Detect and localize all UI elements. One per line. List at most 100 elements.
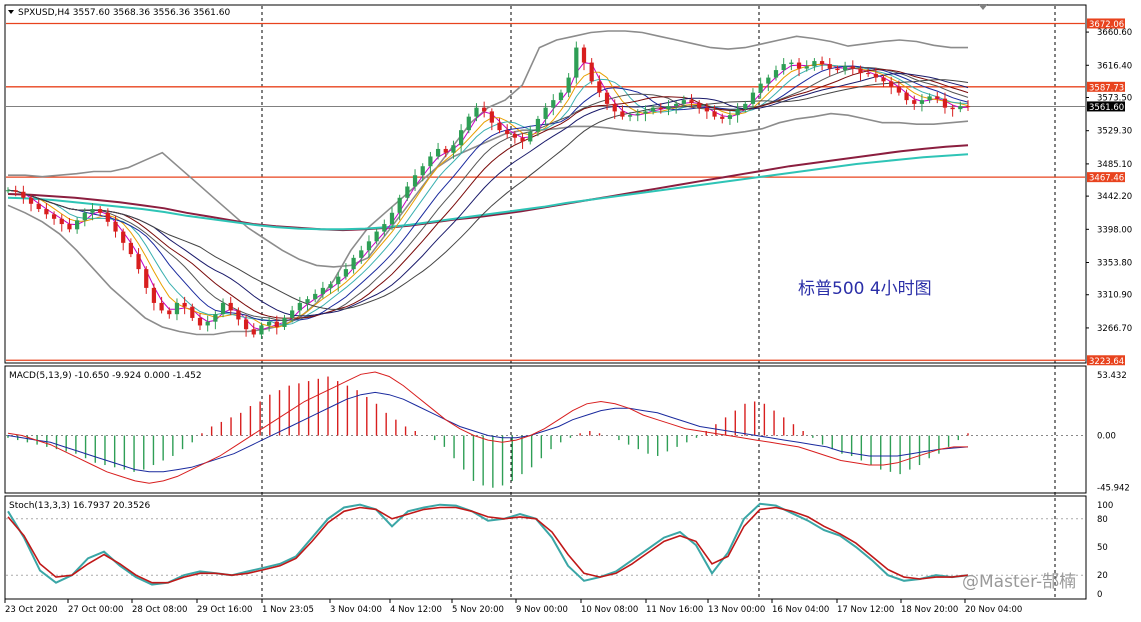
- candle-body: [651, 107, 656, 112]
- candle-body: [627, 115, 633, 117]
- candle-body: [750, 92, 756, 104]
- candle-body: [474, 107, 479, 117]
- candle-body: [428, 156, 433, 167]
- candle-body: [243, 319, 249, 330]
- candle-body: [113, 221, 118, 232]
- candle-body: [67, 224, 72, 230]
- candle-body: [75, 220, 80, 230]
- candle-body: [635, 113, 640, 116]
- candle-body: [13, 190, 18, 192]
- candle-body: [819, 61, 825, 65]
- candle-body: [866, 73, 871, 75]
- candle-body: [958, 106, 963, 110]
- candle-body: [919, 100, 925, 104]
- candle-body: [873, 73, 878, 78]
- price-panel[interactable]: [4, 4, 1087, 364]
- candle-body: [290, 310, 295, 318]
- candle-body: [451, 145, 456, 153]
- stoch-title: Stoch(13,3,3) 16.7937 20.3526: [9, 501, 150, 511]
- time-tick-label: 18 Nov 20:00: [901, 605, 958, 615]
- candle-body: [528, 131, 533, 142]
- candle-body: [743, 103, 748, 110]
- candle-body: [766, 77, 771, 84]
- candle-body: [5, 190, 11, 192]
- candle-body: [881, 77, 886, 82]
- time-tick-label: 3 Nov 04:00: [330, 605, 382, 615]
- candle-body: [466, 116, 471, 131]
- candle-body: [51, 214, 57, 219]
- candle-body: [681, 100, 686, 104]
- stoch-tick-label: 0: [1097, 590, 1102, 600]
- candle-body: [205, 321, 210, 326]
- candle-body: [128, 242, 133, 255]
- candle-body: [950, 107, 955, 110]
- stoch-tick-label: 80: [1097, 515, 1108, 525]
- candle-body: [121, 231, 126, 243]
- candle-body: [643, 111, 648, 114]
- candle-body: [59, 218, 64, 225]
- candle-body: [781, 64, 786, 71]
- candle-body: [313, 293, 318, 300]
- candle-body: [459, 130, 464, 146]
- candle-body: [535, 118, 541, 132]
- candle-body: [858, 68, 863, 74]
- candle-body: [36, 203, 41, 210]
- time-tick-label: 17 Nov 12:00: [837, 605, 894, 615]
- candle-body: [965, 106, 971, 108]
- candle-body: [773, 70, 779, 78]
- candle-body: [328, 284, 333, 288]
- candle-body: [213, 314, 218, 322]
- candle-body: [566, 77, 571, 93]
- time-tick-label: 9 Nov 00:00: [516, 605, 568, 615]
- price-level-label: 3467.46: [1089, 174, 1124, 184]
- candle-body: [82, 212, 87, 221]
- time-tick-label: 29 Oct 16:00: [197, 605, 252, 615]
- stoch-tick-label: 50: [1097, 543, 1108, 553]
- stoch-tick-label: 20: [1097, 571, 1108, 581]
- candle-body: [812, 61, 817, 67]
- time-tick-label: 4 Nov 12:00: [390, 605, 442, 615]
- candle-body: [574, 47, 579, 78]
- candle-body: [220, 302, 226, 315]
- watermark: @Master-郜楠: [962, 572, 1076, 592]
- candle-body: [666, 106, 671, 110]
- macd-panel[interactable]: [4, 365, 1087, 494]
- candle-body: [435, 148, 441, 157]
- candle-body: [420, 166, 425, 176]
- candle-body: [727, 115, 733, 119]
- candle-body: [827, 64, 832, 69]
- price-tick-label: 3398.00: [1097, 225, 1132, 235]
- candle-body: [343, 269, 349, 277]
- candle-body: [658, 107, 663, 110]
- candle-body: [197, 317, 203, 326]
- candle-body: [397, 197, 402, 213]
- candle-body: [297, 302, 302, 311]
- candle-body: [674, 103, 679, 107]
- time-tick-label: 20 Nov 04:00: [965, 605, 1022, 615]
- candle-body: [412, 175, 418, 187]
- candle-body: [512, 133, 517, 138]
- candle-body: [720, 116, 725, 119]
- candle-body: [282, 317, 287, 327]
- candle-body: [228, 302, 233, 311]
- price-tick-label: 3529.30: [1097, 127, 1132, 137]
- candle-body: [105, 212, 110, 222]
- macd-tick-label: 0.00: [1097, 432, 1116, 442]
- candle-body: [489, 111, 494, 123]
- price-tick-label: 3573.50: [1097, 94, 1132, 104]
- price-tick-label: 3660.60: [1097, 28, 1132, 38]
- candle-body: [796, 62, 802, 69]
- candle-body: [620, 111, 625, 117]
- macd-tick-label: -45.942: [1097, 484, 1130, 494]
- candle-body: [98, 209, 103, 213]
- candle-body: [604, 92, 610, 104]
- candle-body: [366, 241, 372, 251]
- candle-body: [182, 302, 187, 307]
- candle-body: [712, 111, 717, 117]
- candle-body: [735, 109, 740, 116]
- candle-body: [90, 209, 95, 213]
- candle-body: [581, 47, 587, 63]
- candle-body: [904, 92, 909, 101]
- candle-body: [804, 66, 809, 69]
- candle-body: [505, 130, 510, 134]
